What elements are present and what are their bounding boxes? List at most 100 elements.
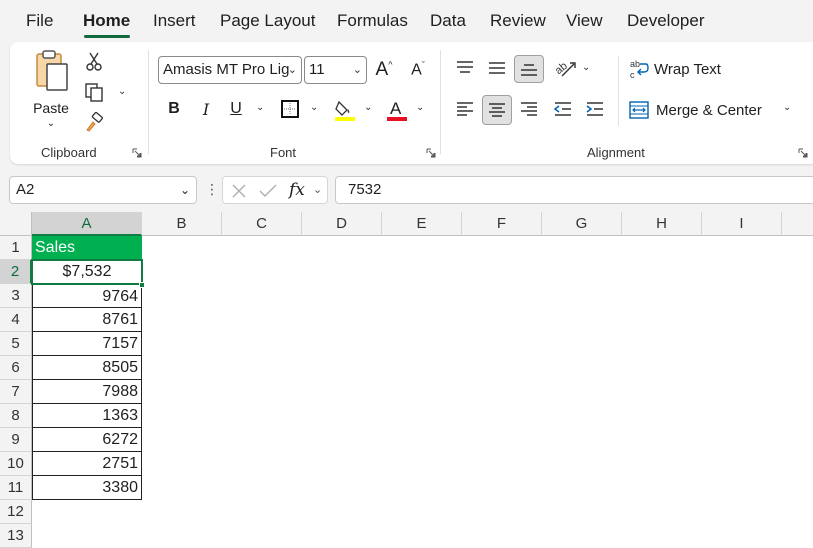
column-header-h[interactable]: H (622, 212, 702, 236)
tab-home[interactable]: Home (83, 11, 130, 31)
ribbon-separator (440, 50, 441, 154)
tab-data[interactable]: Data (430, 11, 466, 31)
underline-button[interactable]: U (224, 96, 248, 122)
cell-a9[interactable]: 6272 (32, 428, 142, 452)
active-cell-border (31, 259, 143, 285)
more-options-icon[interactable]: ⋮ (205, 181, 219, 198)
orientation-button[interactable]: ab (552, 55, 578, 81)
alignment-launcher-icon[interactable] (798, 148, 808, 158)
column-header-d[interactable]: D (302, 212, 382, 236)
font-color-button[interactable]: A (384, 96, 410, 124)
cell-a4[interactable]: 8761 (32, 308, 142, 332)
formula-buttons: fx ⌄ (222, 176, 328, 204)
cancel-icon[interactable] (231, 183, 247, 199)
cell-a6[interactable]: 8505 (32, 356, 142, 380)
svg-text:A: A (390, 99, 402, 118)
row-header[interactable]: 11 (0, 476, 32, 500)
column-header-b[interactable]: B (142, 212, 222, 236)
alignment-group-label: Alignment (587, 145, 645, 160)
decrease-indent-icon (553, 102, 571, 116)
row-header[interactable]: 1 (0, 236, 32, 260)
middle-align-icon (489, 62, 505, 74)
cell-a3[interactable]: 9764 (32, 284, 142, 308)
cell-a7[interactable]: 7988 (32, 380, 142, 404)
name-box[interactable]: A2 ⌄ (9, 176, 197, 204)
excel-window: File Home Insert Page Layout Formulas Da… (0, 0, 813, 548)
wrap-text-button[interactable]: ab c Wrap Text (628, 55, 736, 83)
paste-label: Paste (33, 100, 69, 116)
tab-page-layout[interactable]: Page Layout (220, 11, 315, 31)
fill-color-button[interactable] (332, 96, 358, 124)
column-header-g[interactable]: G (542, 212, 622, 236)
insert-function-icon[interactable]: fx (289, 180, 305, 200)
row-header[interactable]: 9 (0, 428, 32, 452)
column-header-f[interactable]: F (462, 212, 542, 236)
formula-input[interactable]: 7532 (335, 176, 813, 204)
align-center-button[interactable] (482, 95, 512, 125)
underline-chevron-down-icon[interactable]: ⌄ (256, 102, 264, 113)
font-color-chevron-down-icon[interactable]: ⌄ (416, 102, 424, 113)
column-header-e[interactable]: E (382, 212, 462, 236)
italic-button[interactable]: I (194, 96, 218, 122)
row-header[interactable]: 6 (0, 356, 32, 380)
borders-button[interactable] (278, 96, 302, 122)
row-header[interactable]: 13 (0, 524, 32, 548)
enter-checkmark-icon[interactable] (259, 183, 277, 199)
increase-indent-button[interactable] (582, 96, 608, 122)
middle-align-button[interactable] (484, 55, 510, 81)
merge-center-chevron-down-icon[interactable]: ⌄ (783, 102, 791, 113)
name-box-chevron-down-icon[interactable]: ⌄ (180, 177, 190, 203)
tab-formulas[interactable]: Formulas (337, 11, 408, 31)
row-header[interactable]: 8 (0, 404, 32, 428)
fill-handle[interactable] (139, 282, 145, 288)
row-header[interactable]: 4 (0, 308, 32, 332)
decrease-indent-button[interactable] (550, 96, 576, 122)
wrap-text-label: Wrap Text (654, 60, 721, 78)
borders-chevron-down-icon[interactable]: ⌄ (310, 102, 318, 113)
copy-button[interactable] (82, 80, 106, 104)
row-header[interactable]: 2 (0, 260, 32, 284)
clipboard-launcher-icon[interactable] (132, 148, 142, 158)
column-header-i[interactable]: I (702, 212, 782, 236)
name-box-value: A2 (16, 181, 35, 198)
tab-view[interactable]: View (566, 11, 603, 31)
format-painter-button[interactable] (82, 110, 106, 134)
column-header-partial[interactable] (782, 212, 813, 236)
select-all-corner[interactable] (0, 212, 32, 236)
copy-chevron-down-icon[interactable]: ⌄ (118, 86, 126, 97)
row-header[interactable]: 3 (0, 284, 32, 308)
fill-color-chevron-down-icon[interactable]: ⌄ (364, 102, 372, 113)
cell-a11[interactable]: 3380 (32, 476, 142, 500)
merge-center-icon (629, 101, 649, 119)
paste-icon (36, 50, 68, 91)
decrease-font-size-button[interactable]: Aˇ (406, 56, 430, 84)
top-align-button[interactable] (452, 55, 478, 81)
tab-review[interactable]: Review (490, 11, 546, 31)
merge-center-button[interactable]: Merge & Center (628, 96, 768, 124)
font-launcher-icon[interactable] (426, 148, 436, 158)
align-left-button[interactable] (452, 96, 478, 122)
tab-developer[interactable]: Developer (627, 11, 705, 31)
row-header[interactable]: 7 (0, 380, 32, 404)
cell-a8[interactable]: 1363 (32, 404, 142, 428)
column-header-c[interactable]: C (222, 212, 302, 236)
tab-file[interactable]: File (26, 11, 53, 31)
cell-a10[interactable]: 2751 (32, 452, 142, 476)
paste-button[interactable]: Paste ⌄ (28, 50, 74, 130)
row-header[interactable]: 5 (0, 332, 32, 356)
font-name-combo[interactable]: Amasis MT Pro Lig ⌄ (158, 56, 302, 84)
formula-expand-chevron-down-icon[interactable]: ⌄ (313, 177, 322, 203)
orientation-chevron-down-icon[interactable]: ⌄ (582, 62, 590, 73)
cell-a5[interactable]: 7157 (32, 332, 142, 356)
increase-font-size-button[interactable]: A^ (372, 56, 396, 84)
row-header[interactable]: 10 (0, 452, 32, 476)
row-header[interactable]: 12 (0, 500, 32, 524)
column-header-a[interactable]: A (32, 212, 142, 236)
bold-button[interactable]: B (162, 96, 186, 122)
font-size-combo[interactable]: 11 ⌄ (304, 56, 367, 84)
cut-button[interactable] (82, 50, 106, 74)
tab-insert[interactable]: Insert (153, 11, 196, 31)
bottom-align-button[interactable] (514, 55, 544, 83)
align-right-button[interactable] (516, 96, 542, 122)
cell-a1[interactable]: Sales (32, 236, 142, 260)
